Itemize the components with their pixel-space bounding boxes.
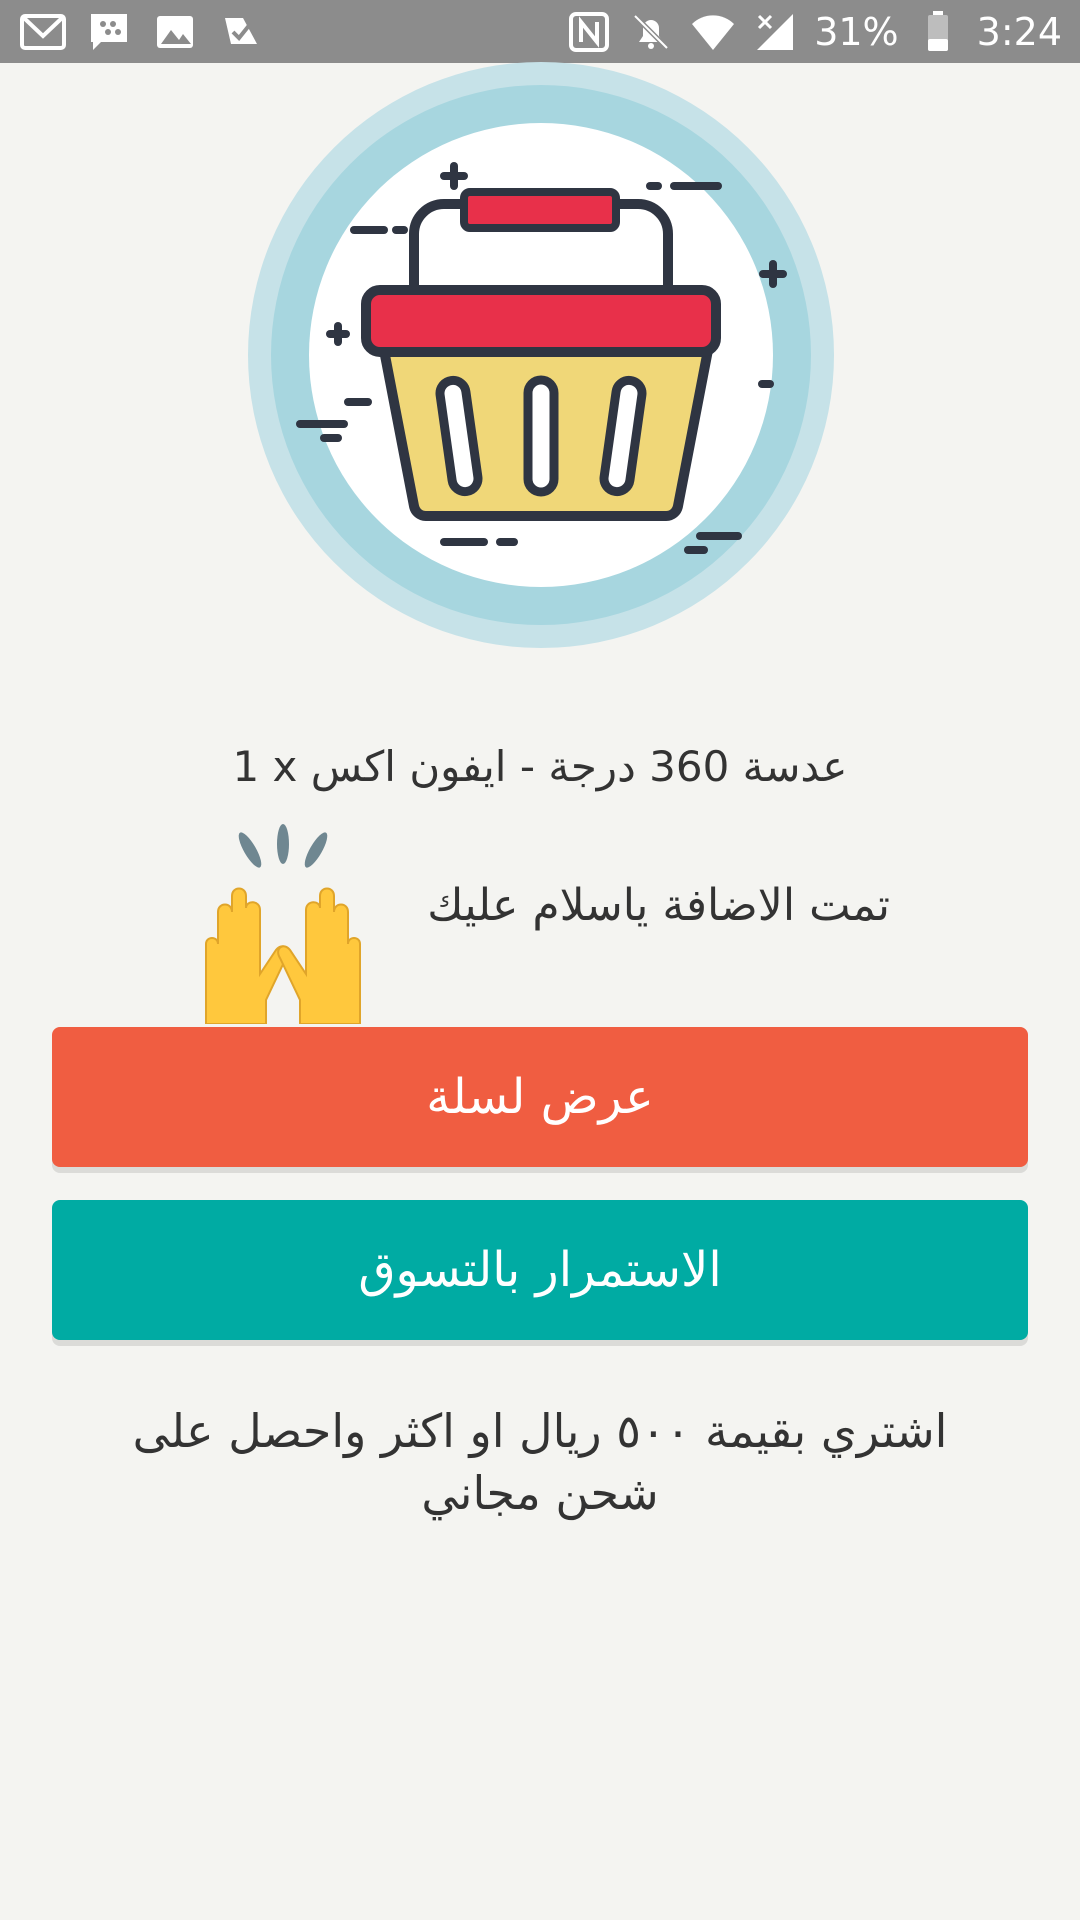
view-cart-button[interactable]: عرض لسلة (52, 1027, 1028, 1167)
gmail-icon (20, 9, 66, 55)
signal-off-icon (752, 9, 798, 55)
clock: 3:24 (976, 10, 1062, 54)
basket-illustration (248, 62, 834, 648)
bbm-icon (86, 9, 132, 55)
task-check-icon (218, 9, 264, 55)
system-icons: 31% 3:24 (566, 8, 1062, 56)
raising-hands-icon (188, 824, 378, 1025)
notification-icons (20, 8, 264, 56)
image-icon (152, 9, 198, 55)
success-text: تمت الاضافة ياسلام عليك (427, 880, 890, 931)
nfc-icon (566, 9, 612, 55)
shopping-basket-icon (248, 62, 834, 648)
free-shipping-promo: اشتري بقيمة ٥٠٠ ريال او اكثر واحصل على ش… (132, 1404, 948, 1520)
battery-percent: 31% (814, 10, 899, 54)
continue-shopping-button[interactable]: الاستمرار بالتسوق (52, 1200, 1028, 1340)
success-message: تمت الاضافة ياسلام عليك (0, 820, 1080, 1025)
status-bar: 31% 3:24 (0, 0, 1080, 63)
added-item-text: 1 x عدسة 360 درجة - ايفون اكس (232, 742, 848, 791)
bell-off-icon (628, 9, 674, 55)
wifi-icon (690, 9, 736, 55)
battery-icon (915, 9, 961, 55)
